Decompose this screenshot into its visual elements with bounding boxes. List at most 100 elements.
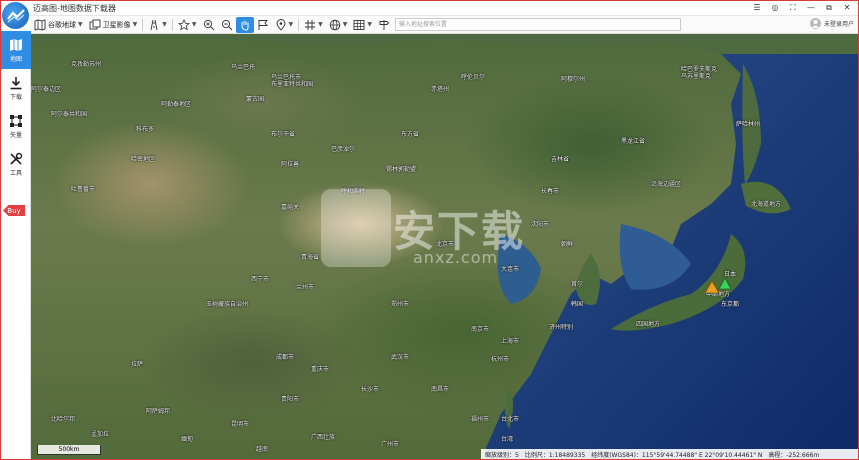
map-scale: 比例尺：1:18489335: [524, 451, 586, 459]
zoom-level: 缩放级别：5: [485, 451, 519, 459]
sidebar-item-tools[interactable]: 工具: [1, 145, 31, 183]
title-bar: 迈高图-地图数据下载器 ☰ ◎ ⛶ — ⧉ ✕: [1, 1, 858, 16]
sidebar-item-label: 矢量: [9, 131, 22, 139]
chevron-down-icon: ▼: [342, 21, 348, 28]
flag-tool-button[interactable]: [254, 17, 272, 33]
table-tool[interactable]: ▼: [350, 17, 375, 33]
map-place-label: 阿尔泰共和国: [51, 111, 88, 118]
window-controls: ☰ ◎ ⛶ — ⧉ ✕: [752, 2, 852, 14]
map-place-label: 比哈尔邦: [51, 416, 76, 423]
map-place-label: 成都市: [276, 354, 295, 361]
screenshot-icon[interactable]: ◎: [770, 2, 780, 14]
map-book-icon: [34, 18, 46, 31]
location-pin-icon: [275, 18, 287, 31]
chevron-down-icon: ▼: [367, 21, 372, 28]
map-source-label: 谷歌地球: [48, 20, 76, 29]
map-place-label: 西宁市: [251, 276, 270, 283]
map-place-label: 阿勒泰地区: [161, 101, 192, 108]
zoom-in-button[interactable]: [200, 17, 218, 33]
map-place-label: 乌兰巴托: [231, 64, 256, 71]
map-place-label: 四国地方: [636, 321, 661, 328]
map-place-label: 沿海边疆区: [651, 181, 682, 188]
tools-icon: [10, 152, 23, 165]
chevron-down-icon: ▼: [78, 21, 83, 28]
warning-marker-icon[interactable]: [705, 281, 719, 293]
map-place-label: 长沙市: [361, 386, 380, 393]
map-place-label: 黑龙江省: [621, 138, 646, 145]
fullscreen-icon[interactable]: ⛶: [788, 2, 798, 14]
close-button[interactable]: ✕: [842, 2, 852, 14]
map-place-label: 阿萨姆邦: [146, 408, 171, 415]
map-place-label: 克孜勒苏州: [71, 61, 102, 68]
map-place-label: 武汉市: [391, 354, 410, 361]
status-bar: 缩放级别：5 比例尺：1:18489335 经纬度(WGS84)：115°59'…: [481, 449, 858, 459]
map-place-label: 济州特别: [549, 324, 574, 331]
sidebar-item-map[interactable]: 地图: [1, 31, 31, 69]
restore-button[interactable]: ⧉: [824, 2, 834, 14]
toolbar-divider: [298, 18, 300, 31]
menu-icon[interactable]: ☰: [752, 2, 762, 14]
vector-icon: [10, 114, 22, 127]
map-place-label: 锡林郭勒盟: [386, 166, 417, 173]
road-icon: [148, 19, 160, 31]
chevron-down-icon: ▼: [318, 21, 323, 28]
map-view[interactable]: 克孜勒苏州 乌兰巴托 乌兰巴托市 蒙古国 呼伦贝尔 阿尔泰边区 布里亚特共和国 哈巴罗夫斯克阿…: [31, 34, 858, 459]
buy-button[interactable]: Buy: [3, 205, 25, 216]
globe-tool[interactable]: ▼: [326, 17, 351, 33]
download-icon: [10, 76, 22, 89]
map-place-label: 青海省: [301, 254, 320, 261]
app-window: 迈高图-地图数据下载器 ☰ ◎ ⛶ — ⧉ ✕ 谷歌地球 ▼ 卫星影像 ▼ ▼: [0, 0, 859, 460]
address-search-input[interactable]: [395, 18, 681, 31]
grid-tool[interactable]: ▼: [301, 17, 326, 33]
map-place-label: 孟加拉: [91, 431, 110, 438]
map-place-label: 吉林省: [551, 156, 570, 163]
map-source-select[interactable]: 谷歌地球 ▼: [31, 17, 86, 33]
map-place-label: 缅甸: [181, 436, 194, 443]
map-place-label: 东京都: [721, 301, 740, 308]
chevron-down-icon: ▼: [288, 21, 294, 28]
watermark: 安下载 anxz.com: [321, 184, 551, 274]
map-place-label: 越南: [256, 446, 269, 453]
layer-select[interactable]: 卫星影像 ▼: [86, 17, 141, 33]
map-icon: [10, 38, 22, 51]
map-place-label: 韩国: [571, 301, 584, 308]
sidebar-item-vector[interactable]: 矢量: [1, 107, 31, 145]
sidebar-item-label: 下载: [9, 93, 22, 101]
zoom-out-button[interactable]: [218, 17, 236, 33]
map-place-label: 上海市: [501, 338, 520, 345]
road-tool[interactable]: ▼: [145, 17, 170, 33]
chevron-down-icon: ▼: [132, 21, 138, 28]
minimize-button[interactable]: —: [806, 2, 816, 14]
map-place-label: 北海道地方: [751, 201, 782, 208]
marker-tool[interactable]: ▼: [272, 17, 297, 33]
favorites-tool[interactable]: ▼: [175, 17, 200, 33]
flag-icon: [257, 19, 269, 31]
user-name: 未登录用户: [823, 21, 854, 28]
triangle-marker-icon[interactable]: [719, 278, 731, 289]
map-place-label: 朝鲜: [561, 241, 574, 248]
sidebar-item-label: 工具: [9, 169, 22, 177]
map-place-label: 广州市: [381, 441, 400, 448]
toolbar-divider: [171, 18, 173, 31]
zoom-in-icon: [203, 19, 215, 31]
signpost-tool[interactable]: [375, 17, 393, 33]
user-avatar-icon: [809, 18, 821, 29]
map-place-label: 台湾: [501, 436, 514, 443]
map-place-label: 郑州市: [391, 301, 410, 308]
sidebar: 地图 下载 矢量 工具 Buy: [1, 31, 31, 459]
map-place-label: 科布多: [136, 126, 155, 133]
map-place-label: 布尔干省: [271, 131, 296, 138]
pan-tool-button[interactable]: [235, 16, 254, 33]
map-place-label: 萨哈林州: [736, 121, 761, 128]
table-icon: [353, 19, 365, 31]
map-place-label: 南昌市: [431, 386, 450, 393]
globe-icon: [329, 19, 341, 31]
sidebar-item-download[interactable]: 下载: [1, 69, 31, 107]
map-place-label: 广西壮族: [311, 434, 336, 441]
map-place-label: 兰州市: [296, 284, 315, 291]
user-account[interactable]: 未登录用户: [809, 18, 854, 29]
map-place-label: 南京市: [471, 326, 490, 333]
toolbar: 谷歌地球 ▼ 卫星影像 ▼ ▼ ▼ ▼ ▼ ▼ ▼ 输入地址搜索位置 未登录用户: [31, 16, 858, 34]
map-place-label: 拉萨: [131, 361, 144, 368]
scale-bar: 500km: [37, 445, 101, 455]
